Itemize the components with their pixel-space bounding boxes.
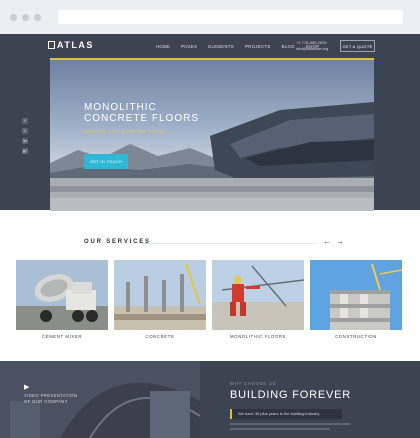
hero-subtitle: SERVING LIFE OVER 500 YEARS bbox=[84, 129, 166, 134]
hero-title-line: CONCRETE FLOORS bbox=[84, 113, 200, 124]
main-menu: HOME PAGES ELEMENTS PROJECTS BLOG SHOP bbox=[156, 44, 319, 49]
building-forever-heading: BUILDING FOREVER bbox=[230, 389, 351, 401]
about-section: ▶ VIDEO PRESENTATION OF OUR COMPANY WHY … bbox=[0, 361, 420, 438]
services-divider bbox=[141, 243, 317, 244]
service-label: MONOLITHIC FLOORS bbox=[229, 334, 287, 339]
facebook-icon[interactable]: f bbox=[22, 118, 28, 124]
video-presentation-link[interactable]: VIDEO PRESENTATION OF OUR COMPANY bbox=[24, 393, 77, 405]
service-card[interactable]: MONOLITHIC FLOORS bbox=[212, 260, 304, 339]
concrete-image bbox=[114, 260, 206, 330]
construction-image bbox=[310, 260, 402, 330]
social-links: f t in g+ bbox=[22, 118, 28, 154]
get-in-touch-button[interactable]: GET IN TOUCH bbox=[84, 154, 128, 169]
hero-image bbox=[50, 102, 374, 211]
logo-text: ATLAS bbox=[57, 40, 94, 50]
cement-mixer-image bbox=[16, 260, 108, 330]
email-address[interactable]: info@atlassite.org bbox=[296, 46, 328, 52]
monolithic-floors-image bbox=[212, 260, 304, 330]
browser-window: ATLAS HOME PAGES ELEMENTS PROJECTS BLOG … bbox=[0, 0, 420, 438]
site-logo[interactable]: ATLAS bbox=[48, 40, 94, 50]
browser-chrome bbox=[0, 0, 420, 34]
service-card[interactable]: CEMENT MIXER bbox=[16, 260, 108, 339]
hero-slider: MONOLITHIC CONCRETE FLOORS SERVING LIFE … bbox=[50, 58, 374, 211]
web-page: ATLAS HOME PAGES ELEMENTS PROJECTS BLOG … bbox=[0, 34, 420, 438]
services-heading: OUR SERVICES bbox=[84, 239, 151, 245]
arrow-left-icon[interactable]: ← bbox=[323, 237, 331, 246]
video-line: OF OUR COMPANY bbox=[24, 399, 68, 404]
hero-title-line: MONOLITHIC bbox=[84, 102, 157, 113]
nav-item-pages[interactable]: PAGES bbox=[181, 44, 197, 49]
logo-icon bbox=[48, 41, 55, 49]
linkedin-icon[interactable]: in bbox=[22, 138, 28, 144]
service-label: CONCRETE bbox=[145, 334, 175, 339]
hero-accent-line bbox=[50, 58, 374, 60]
google-plus-icon[interactable]: g+ bbox=[22, 148, 28, 154]
address-bar[interactable] bbox=[58, 10, 403, 24]
placeholder-text-line bbox=[230, 428, 330, 430]
arrow-right-icon[interactable]: → bbox=[336, 237, 344, 246]
nav-item-projects[interactable]: PROJECTS bbox=[245, 44, 271, 49]
window-dot-icon[interactable] bbox=[10, 14, 17, 21]
window-dot-icon[interactable] bbox=[34, 14, 41, 21]
service-card[interactable]: CONCRETE bbox=[114, 260, 206, 339]
service-label: CONSTRUCTION bbox=[335, 334, 377, 339]
experience-bar: We have 30 plus years in the building in… bbox=[230, 409, 342, 419]
hero-title: MONOLITHIC CONCRETE FLOORS bbox=[84, 102, 199, 124]
why-choose-us-label: WHY CHOOSE US bbox=[230, 381, 277, 386]
service-card[interactable]: CONSTRUCTION bbox=[310, 260, 402, 339]
nav-item-home[interactable]: HOME bbox=[156, 44, 170, 49]
twitter-icon[interactable]: t bbox=[22, 128, 28, 134]
header-contact: +1 778-865-2639 info@atlassite.org bbox=[296, 40, 328, 52]
play-icon[interactable]: ▶ bbox=[24, 383, 29, 391]
service-label: CEMENT MIXER bbox=[41, 334, 83, 339]
services-carousel: CEMENT MIXER CONCRETE MONOLITHIC FLOORS … bbox=[16, 260, 402, 339]
nav-item-elements[interactable]: ELEMENTS bbox=[208, 44, 234, 49]
placeholder-text-line bbox=[230, 423, 350, 425]
window-dot-icon[interactable] bbox=[22, 14, 29, 21]
top-navigation: ATLAS HOME PAGES ELEMENTS PROJECTS BLOG … bbox=[0, 34, 420, 58]
nav-item-blog[interactable]: BLOG bbox=[282, 44, 295, 49]
get-a-quote-button[interactable]: GET A QUOTE bbox=[340, 40, 375, 52]
